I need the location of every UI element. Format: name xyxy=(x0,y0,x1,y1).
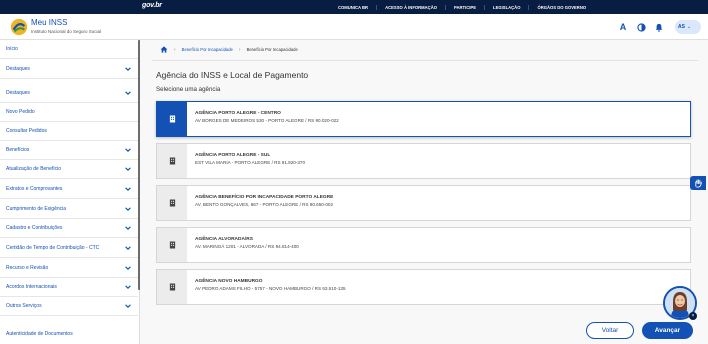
sidebar-item-label: Certidão de Tempo de Contribuição - CTC xyxy=(6,245,100,251)
chevron-down-icon xyxy=(125,285,131,289)
sidebar-item-label: Extratos e Comprovantes xyxy=(6,186,63,192)
chevron-down-icon xyxy=(125,67,131,71)
chevron-down-icon xyxy=(125,207,131,211)
sidebar-item-novo-pedido[interactable]: Novo Pedido xyxy=(0,103,138,122)
sidebar-item-atualizacao-beneficio[interactable]: Atualização de Benefício xyxy=(0,160,138,179)
sidebar-item-autenticidade[interactable]: Autenticidade de Documentos xyxy=(0,324,138,343)
agency-address: AV. MARINGÁ 1201 - ALVORADA / RS 94.814-… xyxy=(195,244,299,249)
chevron-right-icon: › xyxy=(174,46,176,53)
govbr-link[interactable]: LEGISLAÇÃO xyxy=(484,4,528,10)
user-menu[interactable]: AS ⌄ xyxy=(675,20,701,34)
sidebar-item-label: Outros Serviços xyxy=(6,303,42,309)
chevron-down-icon xyxy=(125,91,131,95)
govbr-links: COMUNICA BR ACESSO À INFORMAÇÃO PARTICIP… xyxy=(330,0,594,14)
inss-logo-icon[interactable] xyxy=(10,18,28,36)
agency-card[interactable]: AGÊNCIA BENEFÍCIO POR INCAPACIDADE PORTO… xyxy=(156,185,691,221)
building-icon xyxy=(157,228,187,262)
divider xyxy=(152,60,698,61)
sidebar-item-beneficios[interactable]: Benefícios xyxy=(0,141,138,160)
notification-bell-icon[interactable] xyxy=(652,20,666,34)
back-button[interactable]: Voltar xyxy=(586,322,634,339)
app-title: Meu INSS xyxy=(31,18,68,27)
sidebar-item-label: Destaques xyxy=(6,90,30,96)
chevron-down-icon xyxy=(125,148,131,152)
next-button[interactable]: Avançar xyxy=(642,322,693,339)
agency-name: AGÊNCIA PORTO ALEGRE - CENTRO xyxy=(195,111,281,116)
sidebar-item-cadastro[interactable]: Cadastro e Contribuições xyxy=(0,219,138,238)
sidebar-item-label: Novo Pedido xyxy=(6,109,35,115)
breadcrumb-link[interactable]: Benefício Por Incapacidade xyxy=(182,47,233,52)
chevron-right-icon: › xyxy=(238,46,241,53)
agency-address: AV. BENTO GONÇALVES, 867 - PORTO ALEGRE … xyxy=(195,202,334,207)
sidebar-item-ctc[interactable]: Certidão de Tempo de Contribuição - CTC xyxy=(0,239,138,258)
agency-name: AGÊNCIA PORTO ALEGRE - SUL xyxy=(195,153,271,158)
agency-card[interactable]: AGÊNCIA PORTO ALEGRE - CENTRO AV BORGES … xyxy=(156,101,691,137)
chevron-down-icon xyxy=(125,226,131,230)
agency-address: AV PEDRO ADAMS FILHO - 5757 - NOVO HAMBU… xyxy=(195,286,346,291)
govbr-link[interactable]: PARTICIPE xyxy=(444,4,484,10)
sidebar-item-label: Início xyxy=(6,46,18,52)
sidebar-item-outros[interactable]: Outros Serviços xyxy=(0,297,138,316)
govbr-bar: gov.br COMUNICA BR ACESSO À INFORMAÇÃO P… xyxy=(0,0,708,14)
sidebar-item-acordos[interactable]: Acordos Internacionais xyxy=(0,278,138,297)
sidebar-item-label: Atualização de Benefício xyxy=(6,166,62,172)
building-icon xyxy=(157,144,187,178)
agency-card[interactable]: AGÊNCIA NOVO HAMBURGO AV PEDRO ADAMS FIL… xyxy=(156,269,691,305)
chevron-down-icon xyxy=(125,304,131,308)
main-content: › Benefício Por Incapacidade › Benefício… xyxy=(140,40,708,344)
sidebar-item-label: Recurso e Revisão xyxy=(6,265,49,271)
sidebar: Início Destaques Destaques Novo Pedido C… xyxy=(0,40,140,344)
agency-address: AV BORGES DE MEDEIROS 530 - PORTO ALEGRE… xyxy=(195,118,339,123)
agency-name: AGÊNCIA NOVO HAMBURGO xyxy=(195,279,263,284)
agency-name: AGÊNCIA BENEFÍCIO POR INCAPACIDADE PORTO… xyxy=(195,195,334,200)
agency-address: EST VILA MARIA - PORTO ALEGRE / RS 91.92… xyxy=(195,160,306,165)
sidebar-item-exigencia[interactable]: Cumprimento de Exigência xyxy=(0,200,138,219)
sidebar-item-label: Cadastro e Contribuições xyxy=(6,225,63,231)
app-header: Meu INSS Instituto Nacional do Seguro So… xyxy=(0,14,708,40)
app-subtitle: Instituto Nacional do Seguro Social xyxy=(31,29,102,34)
sidebar-item-label: Consultar Pedidos xyxy=(6,128,47,134)
sidebar-item-label: Benefícios xyxy=(6,147,30,153)
breadcrumb: › Benefício Por Incapacidade › Benefício… xyxy=(160,46,298,53)
avatar: AS xyxy=(678,24,685,30)
sidebar-item-label: Autenticidade de Documentos xyxy=(6,330,73,337)
govbr-link[interactable]: ÓRGÃOS DO GOVERNO xyxy=(528,4,594,10)
sidebar-item-extratos[interactable]: Extratos e Comprovantes xyxy=(0,180,138,199)
agency-card[interactable]: AGÊNCIA PORTO ALEGRE - SUL EST VILA MARI… xyxy=(156,143,691,179)
agency-card[interactable]: AGÊNCIA ALVORADA/RS AV. MARINGÁ 1201 - A… xyxy=(156,227,691,263)
contrast-icon[interactable] xyxy=(634,20,648,34)
chevron-down-icon xyxy=(125,246,131,250)
building-icon xyxy=(157,270,187,304)
chevron-down-icon xyxy=(125,187,131,191)
page-title: Agência do INSS e Local de Pagamento xyxy=(156,70,309,80)
govbr-link[interactable]: ACESSO À INFORMAÇÃO xyxy=(376,4,445,10)
sidebar-item-consultar-pedidos[interactable]: Consultar Pedidos xyxy=(0,122,138,141)
agency-name: AGÊNCIA ALVORADA/RS xyxy=(195,237,253,242)
govbr-logo[interactable]: gov.br xyxy=(142,2,162,9)
home-icon[interactable] xyxy=(160,46,168,53)
sidebar-item-label: Cumprimento de Exigência xyxy=(6,206,67,212)
building-icon xyxy=(157,186,187,220)
sidebar-item-destaques[interactable]: Destaques xyxy=(0,60,138,79)
close-icon[interactable]: × xyxy=(689,312,697,320)
govbr-link[interactable]: COMUNICA BR xyxy=(330,5,376,10)
chevron-down-icon: ⌄ xyxy=(686,24,692,30)
accessibility-sign-language-icon[interactable] xyxy=(690,176,706,190)
font-size-button[interactable]: A xyxy=(616,20,630,34)
breadcrumb-current: Benefício Por Incapacidade xyxy=(246,47,298,52)
sidebar-item-recurso[interactable]: Recurso e Revisão xyxy=(0,259,138,278)
sidebar-item-label: Acordos Internacionais xyxy=(6,284,57,290)
sidebar-item-destaques-2[interactable]: Destaques xyxy=(0,84,138,103)
building-icon xyxy=(157,102,187,136)
sidebar-item-label: Destaques xyxy=(6,66,30,72)
chevron-down-icon xyxy=(125,266,131,270)
sidebar-item-inicio[interactable]: Início xyxy=(0,40,138,59)
chevron-down-icon xyxy=(125,167,131,171)
page-subtitle: Selecione uma agência xyxy=(156,86,221,93)
